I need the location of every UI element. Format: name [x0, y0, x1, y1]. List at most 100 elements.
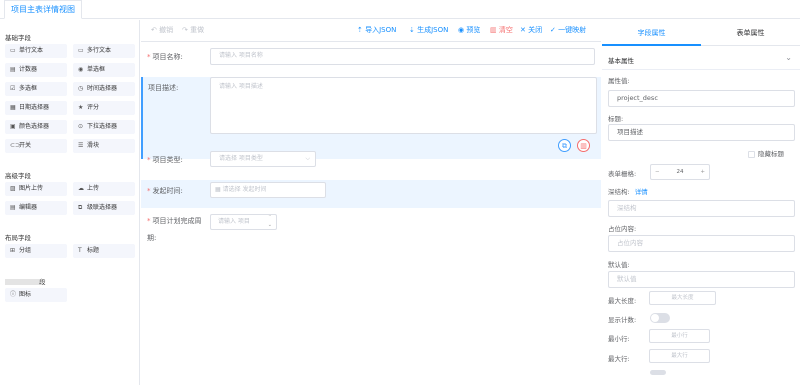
default-value-input[interactable]: 默认值: [608, 271, 795, 288]
clear-button[interactable]: ▥ 清空: [490, 25, 513, 35]
one-click-map-button[interactable]: ✓ 一键映射: [550, 25, 586, 35]
image-upload-icon: ▨: [10, 185, 16, 192]
check-icon: ✓: [550, 26, 556, 34]
stepper-arrows-icon[interactable]: ⌃ ⌄: [268, 215, 272, 229]
palette-item-label: 日期选择器: [19, 104, 50, 111]
property-value-label: 属性值:: [608, 77, 630, 85]
max-length-input[interactable]: 最大长度: [649, 291, 716, 305]
tab-project-detail-view[interactable]: 项目主表详情视图: [4, 0, 82, 19]
show-count-label: 显示计数:: [608, 316, 637, 324]
palette-item[interactable]: ⊙ 下拉选择器: [73, 120, 135, 134]
palette-group-title: 高级字段: [5, 172, 31, 180]
section-title: 基本属性: [608, 57, 634, 65]
palette-item-label: 多行文本: [87, 47, 112, 54]
redo-button[interactable]: ↷ 重做: [182, 25, 204, 35]
palette-item-label: 单行文本: [19, 47, 44, 54]
plus-icon[interactable]: +: [700, 165, 705, 179]
deep-struct-detail-link[interactable]: 详情: [635, 188, 648, 196]
palette-item[interactable]: ▣ 颜色选择器: [5, 120, 67, 134]
generate-json-button[interactable]: ⇣ 生成JSON: [409, 25, 448, 35]
palette-item-label: 编辑器: [19, 204, 38, 211]
palette-item[interactable]: ☰ 滑块: [73, 139, 135, 153]
palette-item[interactable]: ◷ 时间选择器: [73, 82, 135, 96]
show-count-switch[interactable]: [650, 313, 670, 323]
grid-label: 表单栅格:: [608, 170, 637, 178]
deep-struct-input[interactable]: 深结构: [608, 200, 795, 217]
redo-icon: ↷: [182, 26, 188, 34]
grid-stepper[interactable]: − 24 +: [650, 164, 710, 180]
form-item-project-desc[interactable]: 项目描述: 请输入 项目描述 ⧉ ▥: [141, 77, 601, 159]
palette-item[interactable]: T 标题: [73, 244, 135, 258]
palette-item[interactable]: ⧉ 级联选择器: [73, 201, 135, 215]
palette-item[interactable]: ▨ 图片上传: [5, 182, 67, 196]
top-tab-bar: 项目主表详情视图: [0, 0, 800, 19]
start-time-label: 发起时间:: [152, 187, 183, 195]
palette-item-label: 颜色选择器: [19, 123, 50, 130]
close-button[interactable]: ✕ 关闭: [520, 25, 542, 35]
palette-item[interactable]: ◉ 单选框: [73, 63, 135, 77]
planned-period-input[interactable]: 请输入 项目 ⌃ ⌄: [210, 214, 277, 230]
import-json-button[interactable]: ⇡ 导入JSON: [357, 25, 396, 35]
import-icon: ⇡: [357, 26, 363, 34]
palette-item[interactable]: ▭ 单行文本: [5, 44, 67, 58]
checkbox-box: [748, 150, 755, 158]
undo-button[interactable]: ↶ 撤销: [151, 25, 173, 35]
properties-tabs: 字段属性 表单属性: [602, 20, 800, 46]
chevron-down-icon: ⌵: [305, 155, 310, 162]
palette-item[interactable]: ▤ 编辑器: [5, 201, 67, 215]
project-desc-label: 项目描述:: [148, 84, 179, 92]
project-type-label: 项目类型:: [152, 156, 183, 164]
close-icon: ✕: [520, 26, 526, 34]
clock-icon: ◷: [78, 85, 84, 92]
min-rows-label: 最小行:: [608, 335, 630, 343]
placeholder-input[interactable]: 占位内容: [608, 235, 795, 252]
form-item-start-time[interactable]: * 发起时间: ▦ 请选择 发起时间: [141, 180, 601, 208]
tab-field-properties[interactable]: 字段属性: [602, 20, 701, 46]
palette-item[interactable]: ☁ 上传: [73, 182, 135, 196]
form-item-planned-period[interactable]: * 项目计划完成周 期: 请输入 项目 ⌃ ⌄: [141, 213, 601, 253]
form-item-project-name[interactable]: * 项目名称: 请输入 项目名称: [141, 42, 601, 74]
title-icon: T: [78, 247, 82, 254]
palette-item[interactable]: ★ 评分: [73, 101, 135, 115]
palette-item[interactable]: ⊂⊃开关: [5, 139, 67, 153]
palette-item-label: 评分: [87, 104, 100, 111]
palette-item-label: 级联选择器: [87, 204, 118, 211]
palette-item[interactable]: ▦ 日期选择器: [5, 101, 67, 115]
color-icon: ▣: [10, 123, 16, 130]
project-desc-textarea[interactable]: 请输入 项目描述: [210, 77, 597, 134]
properties-panel: 字段属性 表单属性 基本属性 ⌄ 属性值: project_desc 标题: 项…: [602, 20, 800, 385]
palette-item[interactable]: ▤ 计数器: [5, 63, 67, 77]
palette-item[interactable]: ⊞ 分组: [5, 244, 67, 258]
radio-icon: ◉: [78, 66, 84, 73]
title-input[interactable]: 项目描述: [608, 124, 795, 141]
max-length-label: 最大长度:: [608, 297, 637, 305]
project-type-select[interactable]: 请选择 项目类型 ⌵: [210, 151, 316, 167]
dropdown-icon: ⊙: [78, 123, 84, 130]
start-time-picker[interactable]: ▦ 请选择 发起时间: [210, 182, 326, 198]
palette-item-label: 单选框: [87, 66, 106, 73]
generate-icon: ⇣: [409, 26, 415, 34]
palette-item[interactable]: ☑ 多选框: [5, 82, 67, 96]
switch-knob: [651, 314, 659, 322]
calendar-icon: ▦: [10, 104, 16, 111]
min-rows-input[interactable]: 最小行: [649, 329, 710, 343]
project-name-input[interactable]: 请输入 项目名称: [210, 48, 595, 65]
basic-properties-header[interactable]: 基本属性 ⌄: [602, 48, 800, 70]
planned-period-label-cont: 期:: [147, 234, 157, 242]
minus-icon[interactable]: −: [655, 165, 660, 179]
palette-item[interactable]: ▭ 多行文本: [73, 44, 135, 58]
form-item-project-type[interactable]: * 项目类型: 请选择 项目类型 ⌵: [141, 149, 601, 177]
canvas-toolbar: ↶ 撤销 ↷ 重做 ⇡ 导入JSON ⇣ 生成JSON ◉ 预览 ▥ 清空 ✕ …: [141, 20, 601, 42]
partial-switch[interactable]: [650, 370, 666, 375]
max-rows-input[interactable]: 最大行: [649, 349, 710, 363]
palette-item-label: 多选框: [19, 85, 38, 92]
palette-item-label: 时间选择器: [87, 85, 118, 92]
hide-title-checkbox[interactable]: 隐藏标题: [748, 148, 784, 158]
slider-icon: ☰: [78, 142, 84, 149]
tab-form-properties[interactable]: 表单属性: [701, 20, 800, 46]
property-value-input[interactable]: project_desc: [608, 90, 795, 107]
preview-button[interactable]: ◉ 预览: [458, 25, 480, 35]
chevron-down-icon: ⌄: [785, 53, 792, 62]
palette-item[interactable]: ⓘ 图标: [5, 288, 67, 302]
undo-icon: ↶: [151, 26, 157, 34]
